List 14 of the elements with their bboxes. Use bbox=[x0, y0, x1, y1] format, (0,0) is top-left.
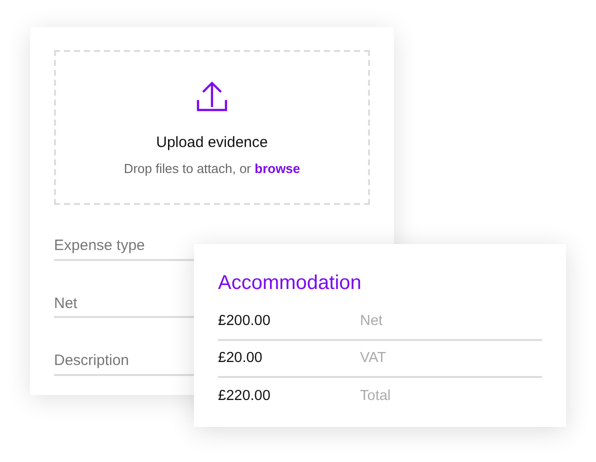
input-field[interactable]: Expense type bbox=[54, 235, 194, 260]
amount-label: Net bbox=[360, 312, 383, 331]
input-field[interactable]: Description bbox=[54, 350, 194, 376]
browse-link[interactable]: browse bbox=[254, 160, 300, 176]
upload-title: Upload evidence bbox=[156, 133, 268, 153]
amount-label: VAT bbox=[360, 348, 386, 368]
amount-text: £200.00 bbox=[218, 312, 272, 331]
amount-label: Total bbox=[360, 386, 391, 406]
upload-hint: Drop files to attach, or browse bbox=[124, 160, 300, 178]
summary-title: Accommodation bbox=[218, 271, 362, 296]
upload-dropzone[interactable]: Upload evidence Drop files to attach, or browse bbox=[54, 50, 370, 205]
amount-text: £220.00 bbox=[218, 386, 272, 406]
amount-text: £20.00 bbox=[218, 348, 264, 368]
upload-icon bbox=[196, 80, 228, 112]
